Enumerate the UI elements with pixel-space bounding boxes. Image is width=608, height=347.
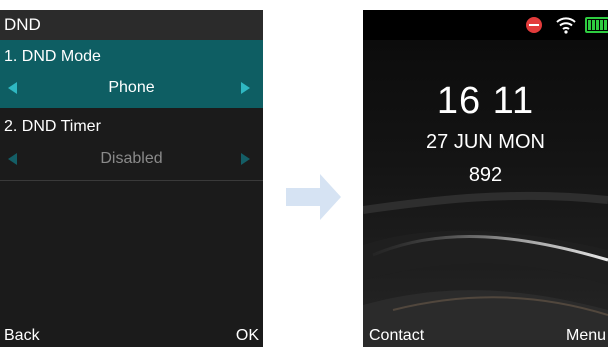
extension-number: 892 (468, 164, 503, 186)
dnd-timer-value[interactable]: Disabled (0, 150, 263, 168)
dnd-mode-label: 1. DND Mode (4, 48, 101, 65)
menu-softkey[interactable]: Menu (566, 327, 606, 345)
dnd-mode-value[interactable]: Phone (0, 79, 263, 97)
next-option-icon[interactable] (241, 153, 250, 165)
screen-title: DND (4, 15, 41, 34)
title-bar: DND (0, 10, 263, 40)
contact-softkey[interactable]: Contact (369, 327, 424, 345)
back-softkey[interactable]: Back (4, 327, 40, 345)
softkey-bar: Back OK (0, 325, 263, 347)
wifi-icon (556, 17, 576, 34)
next-option-icon[interactable] (241, 82, 250, 94)
transition-arrow-icon (286, 174, 341, 220)
dnd-settings-screen: DND 1. DND Mode Phone 2. DND Timer Disab… (0, 10, 263, 347)
clock-date: 27 JUN MON (426, 131, 545, 153)
clock-time: 16 11 (436, 80, 535, 122)
list-divider (0, 180, 263, 181)
battery-icon (585, 17, 608, 33)
dnd-timer-label: 2. DND Timer (4, 118, 101, 135)
idle-screen: 16 11 27 JUN MON 892 Contact Menu (363, 10, 608, 347)
dnd-mode-item[interactable]: 1. DND Mode Phone (0, 40, 263, 108)
dnd-icon (526, 17, 542, 33)
status-bar (363, 10, 608, 40)
dnd-timer-item[interactable]: 2. DND Timer Disabled (0, 110, 263, 180)
ok-softkey[interactable]: OK (236, 327, 259, 345)
